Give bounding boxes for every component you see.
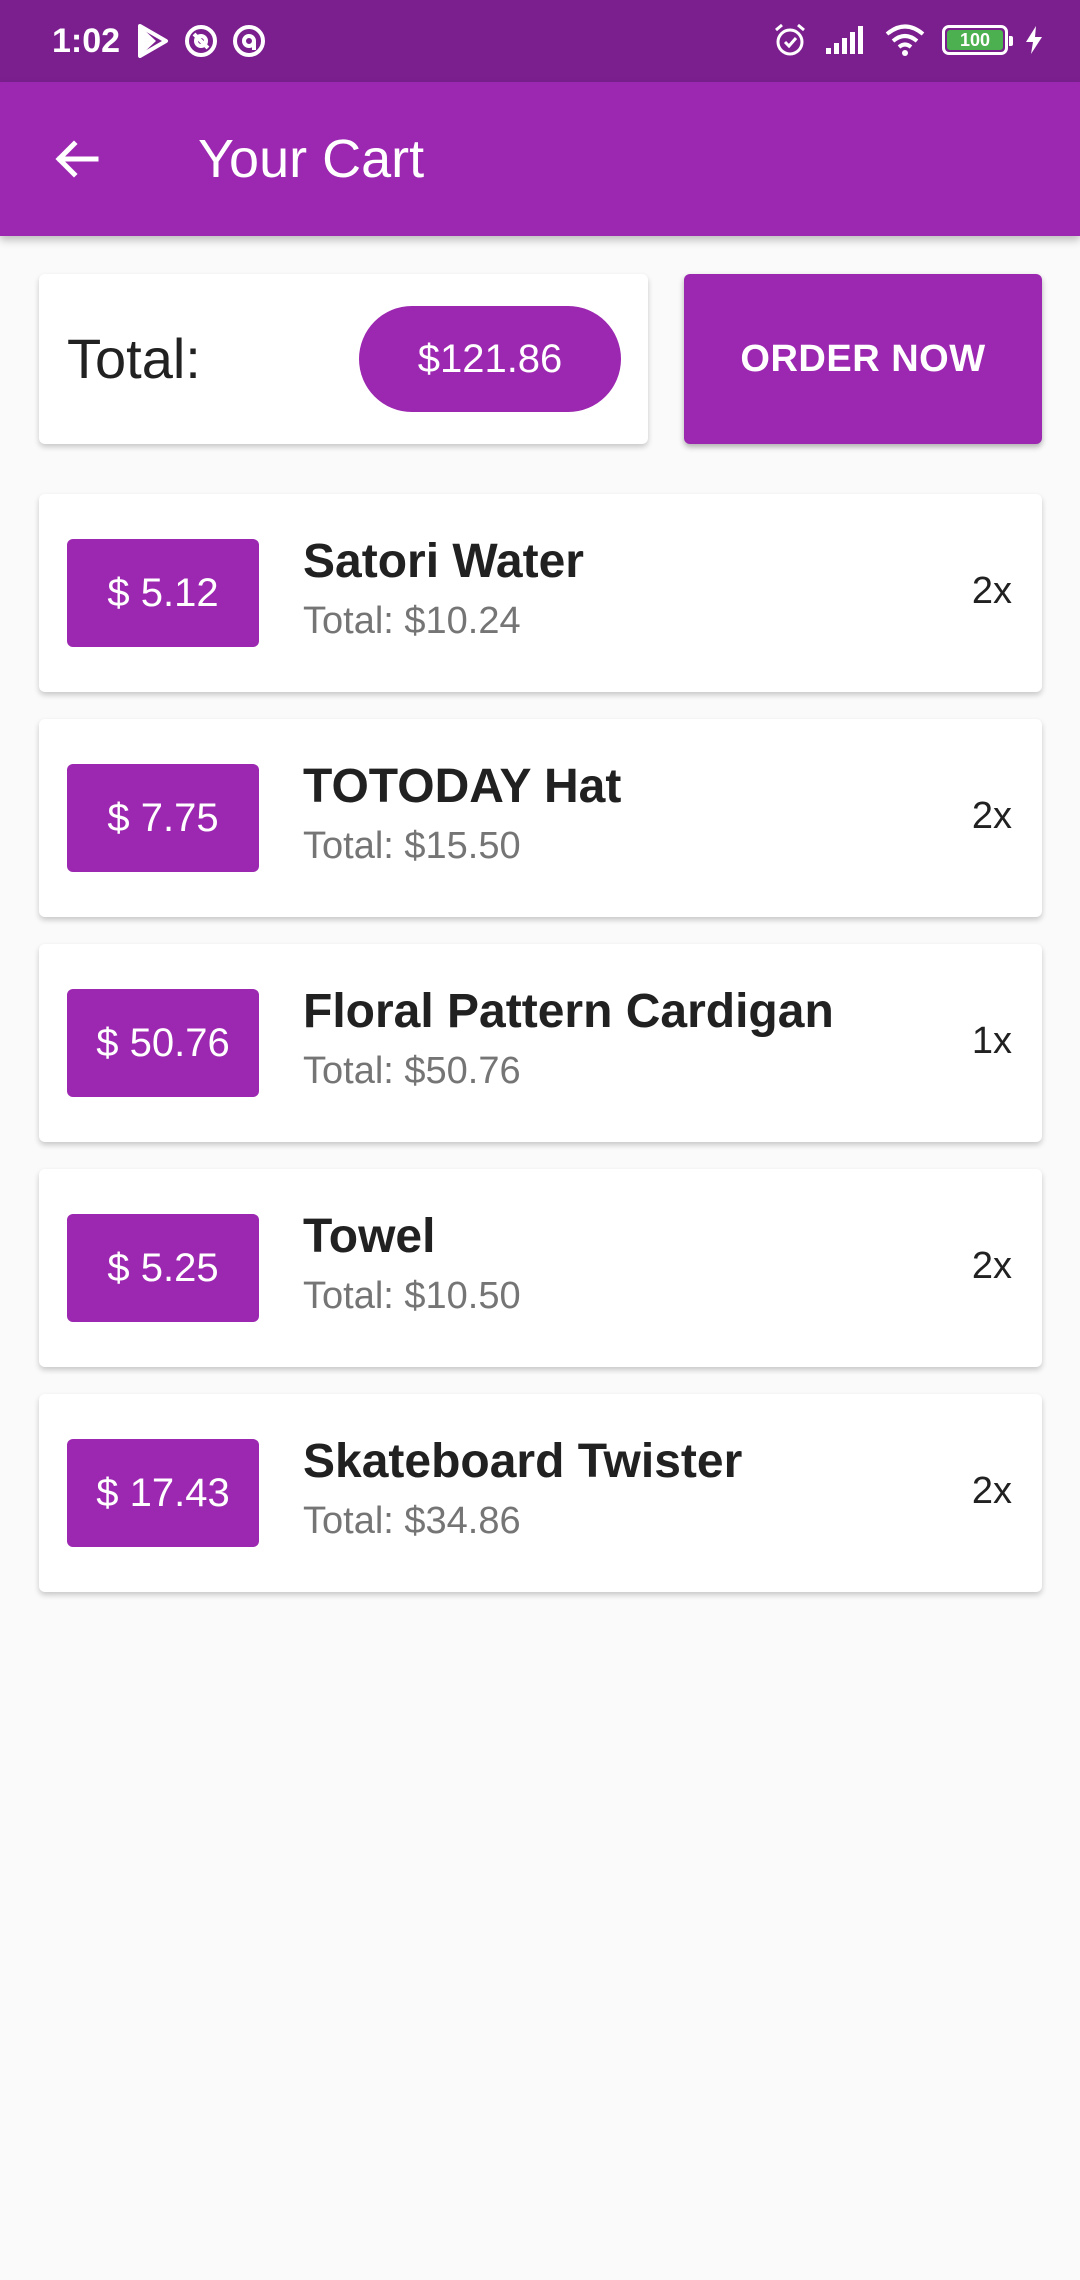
cart-item-list: $ 5.12 Satori Water Total: $10.24 2x $ 7… xyxy=(39,494,1042,1619)
alarm-icon xyxy=(775,23,805,56)
item-name: Skateboard Twister xyxy=(303,1435,743,1488)
charging-icon xyxy=(1026,26,1042,54)
item-quantity: 2x xyxy=(971,570,1012,612)
app-bar: Your Cart xyxy=(0,82,1080,236)
total-label: Total: xyxy=(67,327,201,390)
cart-item[interactable]: $ 7.75 TOTODAY Hat Total: $15.50 2x xyxy=(39,719,1042,917)
wifi-icon xyxy=(885,24,925,56)
item-name: Satori Water xyxy=(303,535,584,588)
signal-icon xyxy=(826,26,863,54)
item-quantity: 2x xyxy=(971,795,1012,837)
status-notification-icons xyxy=(136,24,266,58)
item-price-badge: $ 17.43 xyxy=(67,1439,259,1547)
total-value-badge: $121.86 xyxy=(359,306,621,412)
item-price-badge: $ 50.76 xyxy=(67,989,259,1097)
battery-icon: 100 xyxy=(942,25,1013,55)
cart-item[interactable]: $ 5.25 Towel Total: $10.50 2x xyxy=(39,1169,1042,1367)
item-price-badge: $ 5.25 xyxy=(67,1214,259,1322)
item-total: Total: $10.50 xyxy=(303,1275,521,1317)
item-price-badge: $ 7.75 xyxy=(67,764,259,872)
cart-total-card: Total: $121.86 xyxy=(39,274,648,444)
item-quantity: 2x xyxy=(971,1245,1012,1287)
item-name: Floral Pattern Cardigan xyxy=(303,985,834,1038)
status-system-icons: 100 xyxy=(772,22,1044,58)
back-button[interactable] xyxy=(36,118,118,200)
item-quantity: 1x xyxy=(971,1020,1012,1062)
item-quantity: 2x xyxy=(971,1470,1012,1512)
play-store-icon xyxy=(138,24,168,58)
item-name: Towel xyxy=(303,1210,436,1263)
status-time: 1:02 xyxy=(52,22,121,60)
cart-item[interactable]: $ 17.43 Skateboard Twister Total: $34.86… xyxy=(39,1394,1042,1592)
battery-level: 100 xyxy=(959,30,991,50)
cart-item[interactable]: $ 50.76 Floral Pattern Cardigan Total: $… xyxy=(39,944,1042,1142)
item-total: Total: $10.24 xyxy=(303,600,521,642)
order-now-button[interactable]: ORDER NOW xyxy=(684,274,1042,444)
item-price-badge: $ 5.12 xyxy=(67,539,259,647)
item-total: Total: $34.86 xyxy=(303,1500,521,1542)
status-bar: 1:02 100 xyxy=(0,0,1080,82)
page-title: Your Cart xyxy=(198,129,425,189)
item-total: Total: $15.50 xyxy=(303,825,521,867)
cart-item[interactable]: $ 5.12 Satori Water Total: $10.24 2x xyxy=(39,494,1042,692)
item-name: TOTODAY Hat xyxy=(303,760,622,813)
arrow-back-icon xyxy=(55,140,99,178)
item-total: Total: $50.76 xyxy=(303,1050,521,1092)
at-icon xyxy=(233,25,265,57)
at-icon xyxy=(185,25,217,57)
